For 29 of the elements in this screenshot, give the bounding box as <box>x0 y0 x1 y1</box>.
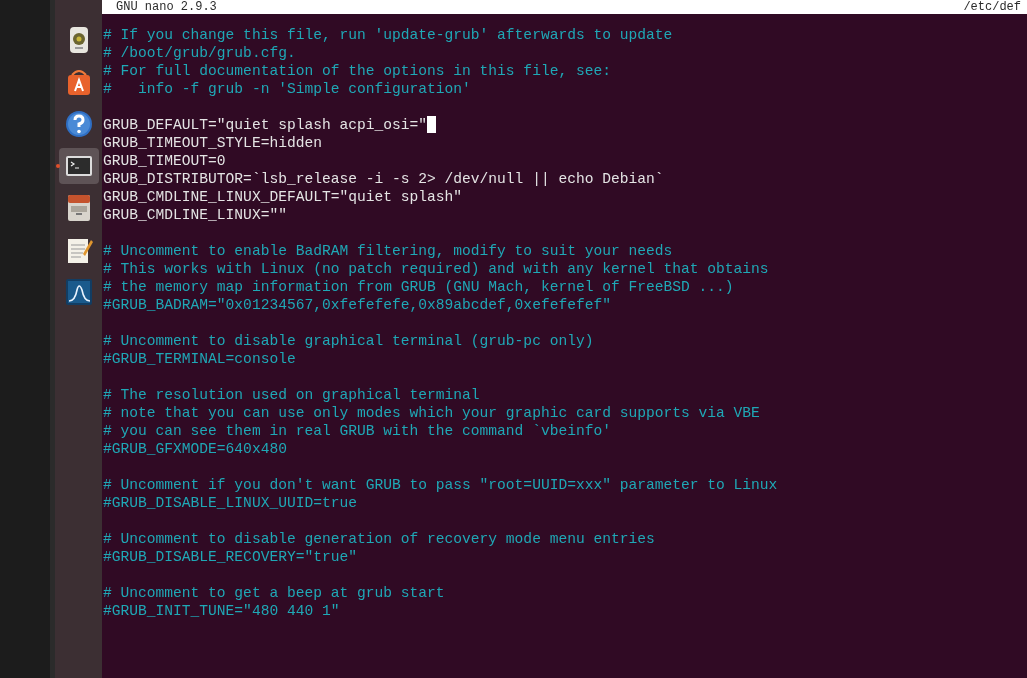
comment-line: # For full documentation of the options in this file, see: <box>103 63 611 79</box>
setting-line: GRUB_TIMEOUT=0 <box>103 153 226 169</box>
comment-line: # Uncomment if you don't want GRUB to pass "root=UUID=xxx" parameter to Linux <box>103 477 778 493</box>
comment-line: #GRUB_DISABLE_RECOVERY="true" <box>103 549 357 565</box>
launcher-item[interactable] <box>58 148 99 184</box>
setting-line: GRUB_TIMEOUT_STYLE=hidden <box>103 135 322 151</box>
editor-title: GNU nano 2.9.3 <box>116 0 217 14</box>
comment-line: #GRUB_INIT_TUNE="480 440 1" <box>103 603 340 619</box>
comment-line: # This works with Linux (no patch required) and with any kernel that obtains <box>103 261 769 277</box>
setting-line: GRUB_CMDLINE_LINUX_DEFAULT="quiet splash" <box>103 189 463 205</box>
comment-line: # Uncomment to enable BadRAM filtering, modify to suit your needs <box>103 243 673 259</box>
setting-line: GRUB_DISTRIBUTOR=`lsb_release -i -s 2> /dev/null || echo Debian` <box>103 171 664 187</box>
comment-line: #GRUB_GFXMODE=640x480 <box>103 441 287 457</box>
comment-line: # If you change this file, run 'update-grub' afterwards to update <box>103 27 673 43</box>
setting-line: GRUB_DEFAULT="quiet splash acpi_osi=" <box>103 117 428 133</box>
comment-line: # Uncomment to disable graphical terminal (grub-pc only) <box>103 333 594 349</box>
comment-line: # the memory map information from GRUB (GNU Mach, kernel of FreeBSD ...) <box>103 279 734 295</box>
file-path: /etc/def <box>963 0 1021 14</box>
comment-line: # info -f grub -n 'Simple configuration' <box>103 81 471 97</box>
comment-line: # Uncomment to get a beep at grub start <box>103 585 445 601</box>
comment-line: #GRUB_TERMINAL=console <box>103 351 296 367</box>
comment-line: #GRUB_BADRAM="0x01234567,0xfefefefe,0x89abcdef,0xefefefef" <box>103 297 611 313</box>
comment-line: #GRUB_DISABLE_LINUX_UUID=true <box>103 495 357 511</box>
comment-line: # Uncomment to disable generation of recovery mode menu entries <box>103 531 655 547</box>
comment-line: # The resolution used on graphical terminal <box>103 387 480 403</box>
comment-line: # note that you can use only modes which your graphic card supports via VBE <box>103 405 760 421</box>
setting-line: GRUB_CMDLINE_LINUX="" <box>103 207 287 223</box>
comment-line: # /boot/grub/grub.cfg. <box>103 45 296 61</box>
comment-line: # you can see them in real GRUB with the command `vbeinfo' <box>103 423 611 439</box>
